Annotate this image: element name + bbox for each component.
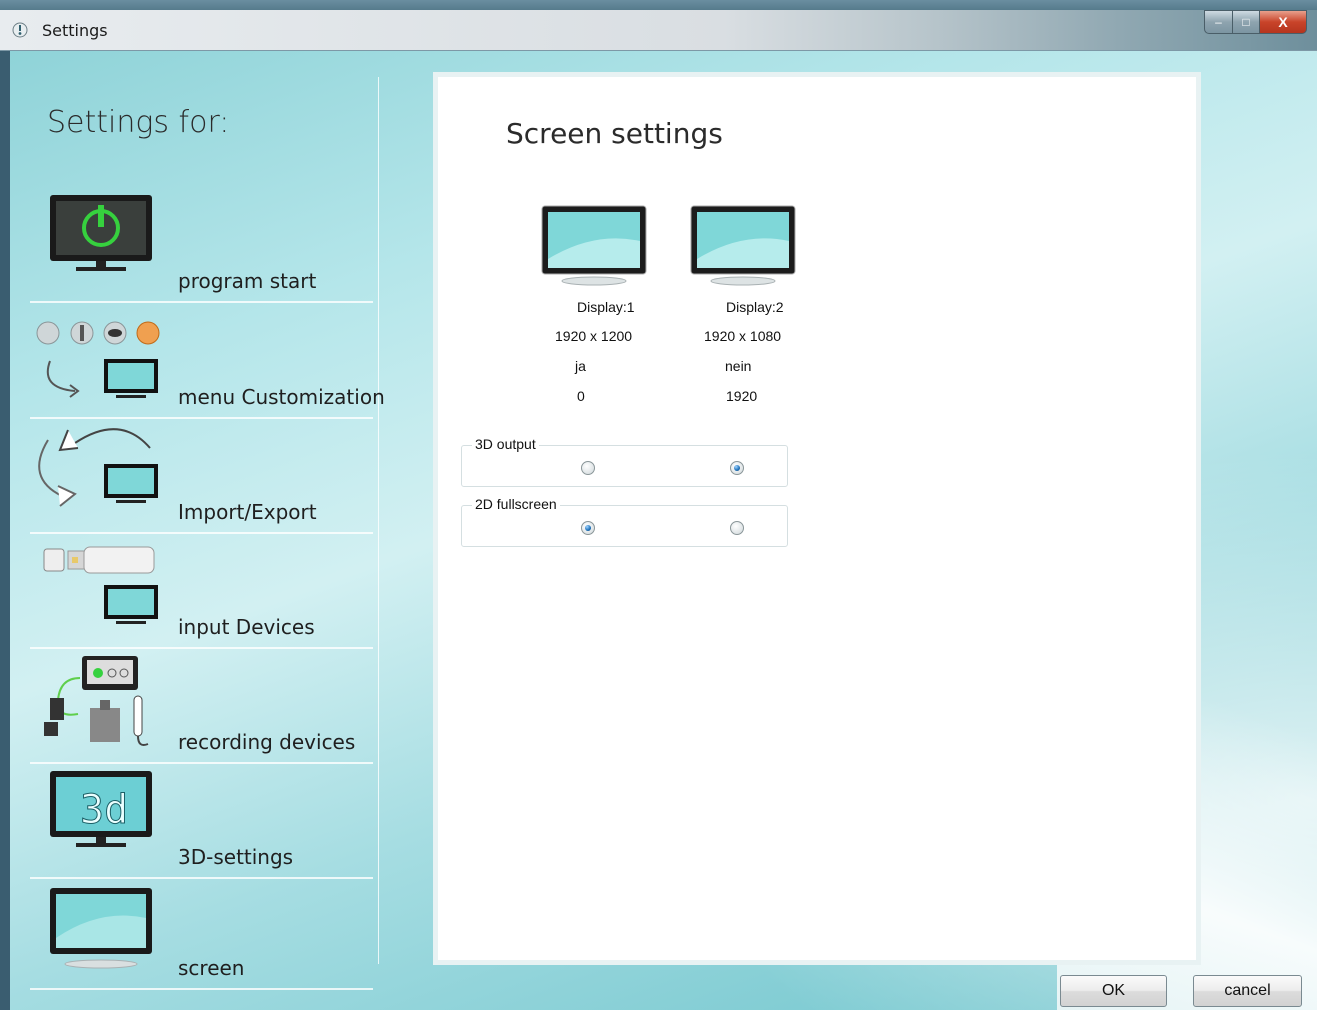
display-1-monitor-icon: [541, 205, 647, 286]
radio-3d-output-display-2[interactable]: [730, 461, 744, 475]
sidebar-item-label: input Devices: [178, 615, 315, 639]
sidebar-item-import-export[interactable]: Import/Export: [30, 418, 373, 534]
settings-sidebar: Settings for: program start menu Customi…: [10, 77, 385, 990]
panel-title: Screen settings: [506, 117, 723, 150]
sidebar-item-label: Import/Export: [178, 500, 317, 524]
screen-monitor-icon: [50, 888, 152, 969]
app-icon: [12, 22, 28, 38]
radio-2d-fullscreen-display-1[interactable]: [581, 521, 595, 535]
sidebar-item-label: program start: [178, 269, 317, 293]
sidebar-item-input-devices[interactable]: input Devices: [30, 533, 373, 649]
display-2-resolution: 1920 x 1080: [704, 328, 782, 344]
maximize-button[interactable]: □: [1233, 10, 1260, 34]
minimize-icon: –: [1215, 15, 1222, 29]
sidebar-item-label: 3D-settings: [178, 845, 294, 869]
import-export-icon: [38, 428, 158, 507]
close-icon: X: [1278, 14, 1288, 30]
power-monitor-icon: [50, 195, 152, 271]
display-2-offset: 1920: [726, 388, 758, 404]
settings-window: Settings – □ X Settings for: program sta…: [0, 0, 1317, 1010]
group-3d-output: 3D output: [461, 436, 788, 487]
sidebar-item-3d-settings[interactable]: 3d 3D-settings: [30, 763, 373, 879]
group-2d-fullscreen-label: 2D fullscreen: [472, 496, 560, 512]
window-title: Settings: [42, 21, 108, 40]
display-2-primary: nein: [725, 358, 752, 374]
display-1-primary: ja: [575, 358, 586, 374]
window-client-area: Settings for: program start menu Customi…: [10, 51, 1317, 1010]
minimize-button[interactable]: –: [1204, 10, 1233, 34]
group-3d-output-label: 3D output: [472, 436, 539, 452]
display-1-offset: 0: [577, 388, 585, 404]
ok-button[interactable]: OK: [1060, 975, 1167, 1007]
sidebar-title: Settings for:: [47, 105, 230, 140]
display-2-name: Display:2: [726, 299, 784, 315]
display-1-name: Display:1: [577, 299, 635, 315]
sidebar-item-recording-devices[interactable]: recording devices: [30, 648, 373, 764]
maximize-icon: □: [1242, 15, 1250, 29]
sidebar-item-label: recording devices: [178, 730, 356, 754]
title-bar[interactable]: Settings – □ X: [0, 10, 1317, 51]
display-2-monitor-icon: [690, 205, 796, 286]
cancel-button[interactable]: cancel: [1193, 975, 1302, 1007]
3d-monitor-icon: 3d: [50, 771, 152, 847]
menu-customization-icon: [36, 321, 160, 398]
usb-monitor-icon: [43, 546, 158, 624]
display-1-resolution: 1920 x 1200: [555, 328, 633, 344]
svg-text:3d: 3d: [80, 787, 128, 833]
group-2d-fullscreen: 2D fullscreen: [461, 496, 788, 547]
radio-3d-output-display-1[interactable]: [581, 461, 595, 475]
sidebar-item-program-start[interactable]: program start: [30, 187, 373, 303]
radio-2d-fullscreen-display-2[interactable]: [730, 521, 744, 535]
sidebar-item-label: screen: [178, 956, 245, 980]
sidebar-item-menu-customization[interactable]: menu Customization: [30, 303, 385, 419]
screen-settings-panel: Screen settings Display:1 1920 x 1200 ja…: [433, 72, 1201, 965]
recording-devices-icon: [44, 656, 149, 746]
sidebar-item-label: menu Customization: [178, 385, 385, 409]
close-button[interactable]: X: [1260, 10, 1307, 34]
sidebar-item-screen[interactable]: screen: [30, 878, 373, 990]
window-controls: – □ X: [1204, 10, 1307, 34]
